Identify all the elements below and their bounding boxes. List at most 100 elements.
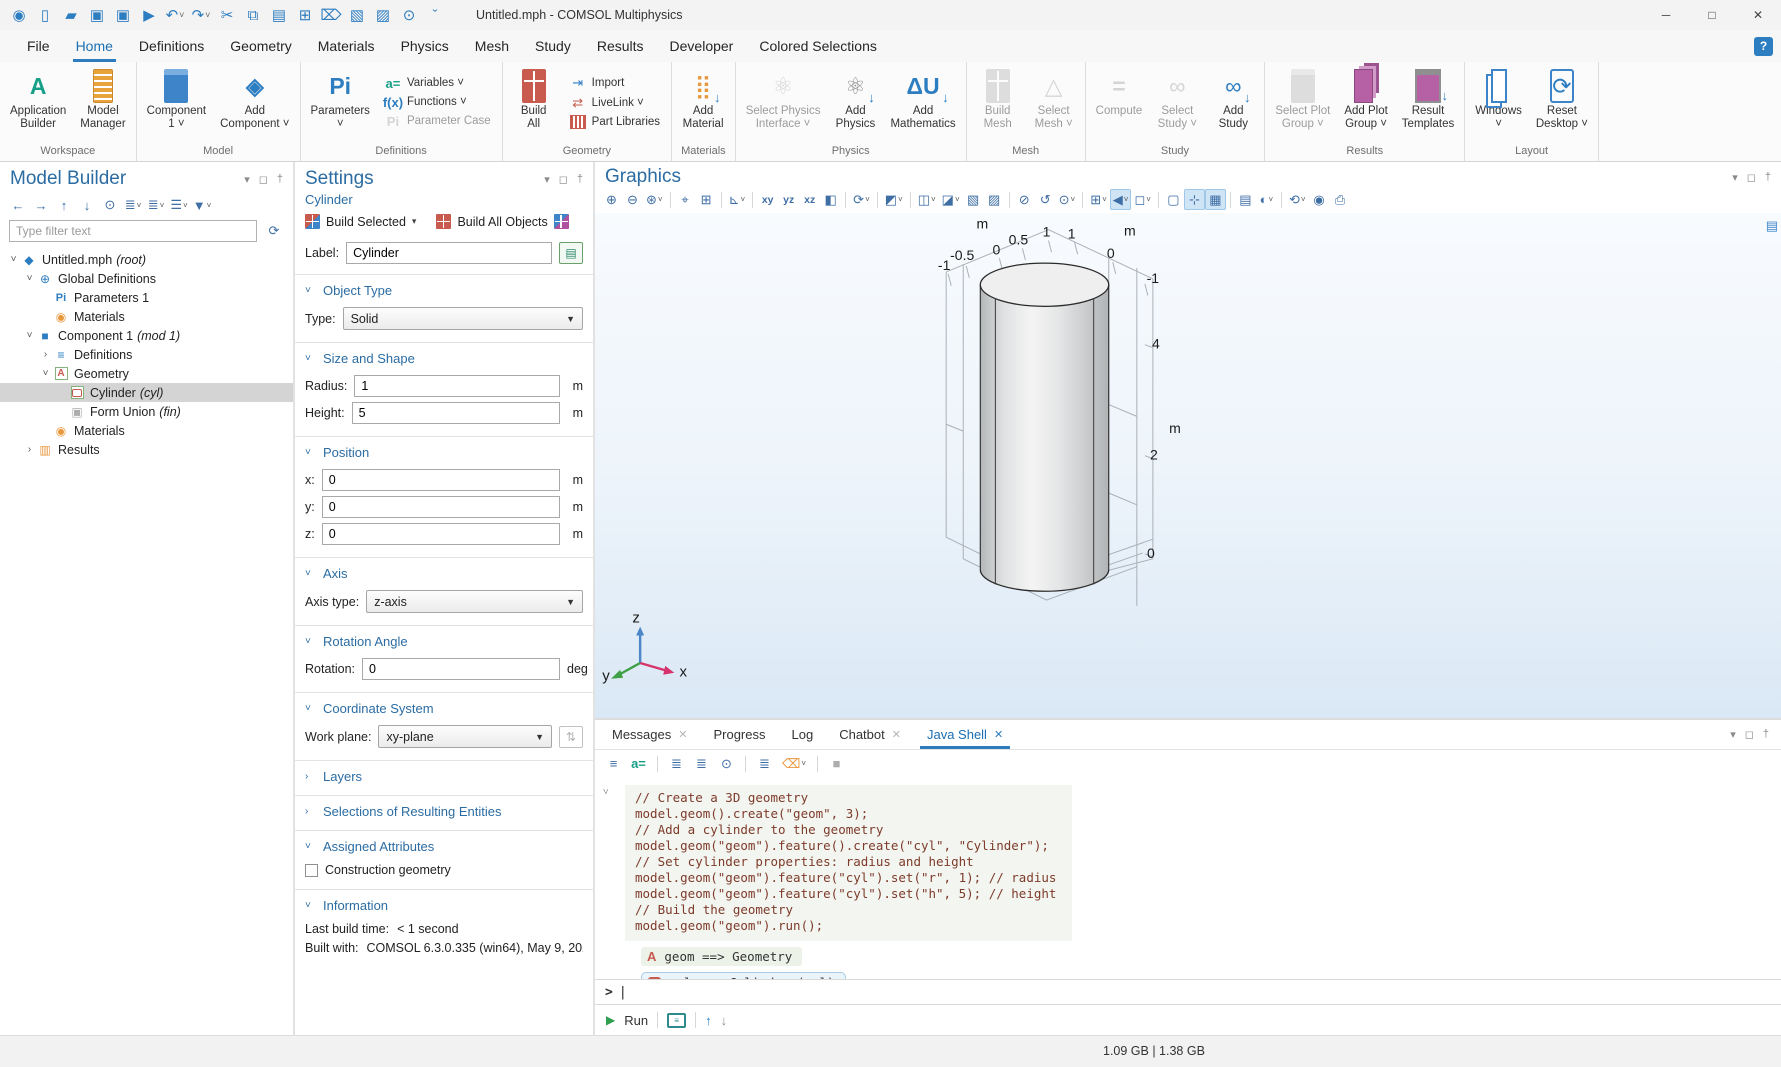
- tree-item-results[interactable]: ›▥Results: [0, 440, 293, 459]
- menu-mesh[interactable]: Mesh: [462, 30, 522, 62]
- tree-item-global-definitions[interactable]: ˅⊕Global Definitions: [0, 269, 293, 288]
- section-header-size-and-shape[interactable]: ˅Size and Shape: [305, 348, 583, 370]
- menu-definitions[interactable]: Definitions: [126, 30, 217, 62]
- build-selected-caret-icon[interactable]: ▾: [412, 216, 417, 227]
- input-rotation[interactable]: [362, 658, 560, 680]
- application-builder-button[interactable]: AApplication Builder: [3, 62, 73, 142]
- tab-chatbot[interactable]: Chatbot✕: [826, 720, 914, 749]
- minimize-button[interactable]: ─: [1643, 0, 1689, 30]
- go-forward-icon[interactable]: →: [31, 195, 51, 215]
- zoom-to-selection-icon[interactable]: ⊞: [696, 189, 717, 210]
- component-1-button[interactable]: Component 1 ˅: [140, 62, 213, 142]
- section-header-object-type[interactable]: ˅Object Type: [305, 280, 583, 302]
- section-header-rotation-angle[interactable]: ˅Rotation Angle: [305, 631, 583, 653]
- search-icon[interactable]: ⊙: [396, 2, 422, 28]
- history-up-icon[interactable]: ↑: [705, 1013, 712, 1028]
- import-button[interactable]: ⇥Import: [570, 75, 660, 91]
- view-orientation-icon[interactable]: ⊾˅: [726, 189, 749, 210]
- panel-menu-icon[interactable]: ▾: [244, 173, 250, 186]
- hide-selected-icon[interactable]: ⊘: [1014, 189, 1035, 210]
- tree-item-cylinder[interactable]: Cylinder(cyl): [0, 383, 293, 402]
- tree-item-component-1[interactable]: ˅■Component 1(mod 1): [0, 326, 293, 345]
- show-icon[interactable]: ⊙: [716, 753, 737, 774]
- menu-colored-selections[interactable]: Colored Selections: [746, 30, 890, 62]
- section-header-position[interactable]: ˅Position: [305, 442, 583, 464]
- tree-item-untitled-mph[interactable]: ˅◆Untitled.mph(root): [0, 250, 293, 269]
- axis-orientation-icon[interactable]: ⊹: [1184, 189, 1205, 210]
- duplicate-icon[interactable]: ⊞: [292, 2, 318, 28]
- stop-icon[interactable]: ■: [826, 753, 847, 774]
- menu-developer[interactable]: Developer: [657, 30, 747, 62]
- show-options-icon[interactable]: ⊙: [100, 195, 120, 215]
- cylinder-solid[interactable]: [980, 263, 1108, 591]
- visibility-icon[interactable]: ⊙˅: [1056, 189, 1079, 210]
- sound-icon[interactable]: ◀˅: [1110, 189, 1132, 210]
- scene-bounds-icon[interactable]: ▢: [1163, 189, 1184, 210]
- code-fold-icon[interactable]: ˅: [603, 787, 609, 798]
- close-tab-icon[interactable]: ✕: [678, 728, 687, 741]
- collapse-all-icon[interactable]: ≣˅: [123, 195, 143, 215]
- add-plot-group-button[interactable]: Add Plot Group ˅: [1337, 62, 1394, 142]
- tree-item-materials[interactable]: ◉Materials: [0, 421, 293, 440]
- transparency-icon[interactable]: ◩˅: [882, 189, 906, 210]
- close-tab-icon[interactable]: ✕: [994, 728, 1003, 741]
- clear-console-icon[interactable]: ⌫˅: [779, 753, 809, 774]
- save-as-icon[interactable]: ▣: [110, 2, 136, 28]
- help-button[interactable]: ?: [1754, 37, 1773, 56]
- livelink-button[interactable]: ⇄LiveLink ˅: [570, 95, 660, 111]
- pin-panel-icon[interactable]: †: [1763, 728, 1769, 741]
- redo-icon[interactable]: ↷˅: [188, 2, 214, 28]
- menu-physics[interactable]: Physics: [388, 30, 462, 62]
- delete-icon[interactable]: ⌦: [318, 2, 344, 28]
- customize-toolbar-icon[interactable]: ˇ: [422, 2, 448, 28]
- rotate-scene-icon[interactable]: ↺: [1035, 189, 1056, 210]
- open-file-icon[interactable]: ▰: [58, 2, 84, 28]
- zoom-out-icon[interactable]: ⊖: [622, 189, 643, 210]
- parameters-button[interactable]: PiParameters ˅: [304, 62, 377, 142]
- pin-panel-icon[interactable]: †: [277, 173, 283, 186]
- zoom-extents-icon[interactable]: ⌖: [675, 189, 696, 210]
- comsol-logo-icon[interactable]: ◉: [6, 2, 32, 28]
- grid-icon[interactable]: ▦: [1205, 189, 1226, 210]
- menu-study[interactable]: Study: [522, 30, 584, 62]
- tree-item-parameters-1[interactable]: PiParameters 1: [0, 288, 293, 307]
- build-preceding-icon[interactable]: [554, 214, 569, 229]
- close-tab-icon[interactable]: ✕: [892, 728, 901, 741]
- input-radius[interactable]: [354, 375, 560, 397]
- increase-indent-icon[interactable]: ≣: [666, 753, 687, 774]
- tree-item-form-union[interactable]: ▣Form Union(fin): [0, 402, 293, 421]
- move-down-icon[interactable]: ↓: [77, 195, 97, 215]
- checkbox-construction-geometry[interactable]: [305, 864, 318, 877]
- build-selected-button[interactable]: Build Selected: [326, 215, 406, 229]
- panel-menu-icon[interactable]: ▾: [544, 173, 550, 186]
- shell-settings-icon[interactable]: ≡: [603, 753, 624, 774]
- environment-icon[interactable]: ◪˅: [939, 189, 963, 210]
- deselect-box-icon[interactable]: ▨: [984, 189, 1005, 210]
- save-icon[interactable]: ▣: [84, 2, 110, 28]
- select-box-icon[interactable]: ▧: [963, 189, 984, 210]
- graphics-canvas[interactable]: m-1-0.500.511m0-14m20 zyx ▤: [595, 213, 1781, 718]
- part-libraries-button[interactable]: Part Libraries: [570, 115, 660, 129]
- update-icon[interactable]: ⟲˅: [1286, 189, 1309, 210]
- view-xz-icon[interactable]: xz: [799, 189, 820, 210]
- paste-icon[interactable]: ▤: [266, 2, 292, 28]
- build-all-button[interactable]: Build All: [506, 62, 562, 142]
- variables-button[interactable]: a=Variables ˅: [385, 76, 491, 91]
- create-selection-icon[interactable]: ▤: [559, 242, 583, 264]
- decrease-indent-icon[interactable]: ≣: [691, 753, 712, 774]
- undo-icon[interactable]: ↶˅: [162, 2, 188, 28]
- view-xy-icon[interactable]: xy: [757, 189, 778, 210]
- color-theme-icon[interactable]: ◐˅: [1256, 189, 1277, 210]
- add-physics-button[interactable]: ⚛Add Physics: [827, 62, 883, 142]
- docked-window-tab-icon[interactable]: ▤: [1766, 218, 1778, 234]
- zoom-in-icon[interactable]: ⊕: [601, 189, 622, 210]
- add-study-button[interactable]: ∞Add Study: [1205, 62, 1261, 142]
- print-icon[interactable]: ⎙: [1330, 189, 1351, 210]
- line-numbers-icon[interactable]: ≣: [754, 753, 775, 774]
- zoom-box-icon[interactable]: ⊛˅: [643, 189, 666, 210]
- close-button[interactable]: ✕: [1735, 0, 1781, 30]
- section-header-selections-of-resulting-entities[interactable]: ›Selections of Resulting Entities: [305, 801, 583, 823]
- panel-menu-icon[interactable]: ▾: [1730, 728, 1736, 741]
- label-input[interactable]: [346, 242, 552, 264]
- history-down-icon[interactable]: ↓: [721, 1013, 728, 1028]
